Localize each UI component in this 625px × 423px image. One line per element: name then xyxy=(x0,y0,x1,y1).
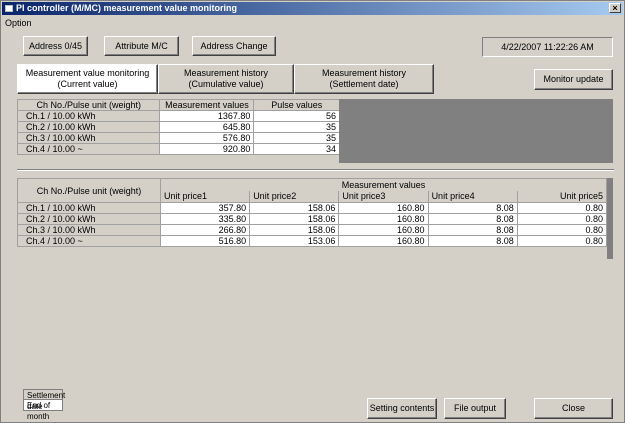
value-cell: 8.08 xyxy=(427,202,518,214)
value-cell: 8.08 xyxy=(427,213,518,225)
col-header-pulse: Pulse values xyxy=(253,99,340,111)
empty-panel xyxy=(339,99,613,163)
row-label: Ch.1 / 10.00 kWh xyxy=(16,110,161,122)
pulse-cell: 56 xyxy=(253,110,340,122)
col-header-measurement-group: Measurement values xyxy=(160,178,607,191)
value-cell: 158.06 xyxy=(249,224,340,236)
monitor-update-button[interactable]: Monitor update xyxy=(534,69,613,90)
col-header-unit-price: Unit price3 xyxy=(338,190,429,203)
table-row: Ch.3 / 10.00 kWh 576.80 35 xyxy=(16,132,340,144)
measurement-cell: 920.80 xyxy=(159,143,255,155)
col-header-ch: Ch No./Pulse unit (weight) xyxy=(16,99,161,111)
table-row: Ch.4 / 10.00 ~ 920.80 34 xyxy=(16,143,340,155)
value-cell: 266.80 xyxy=(159,224,251,236)
col-header-unit-price: Unit price4 xyxy=(427,190,518,203)
value-cell: 0.80 xyxy=(516,202,608,214)
row-label: Ch.2 / 10.00 kWh xyxy=(17,213,161,225)
value-cell: 0.80 xyxy=(516,213,608,225)
table-row: Ch.1 / 10.00 kWh 1367.80 56 xyxy=(16,110,340,122)
col-header-unit-price: Unit price2 xyxy=(249,190,340,203)
value-cell: 516.80 xyxy=(159,235,251,247)
value-cell: 160.80 xyxy=(338,213,429,225)
tab-current-value[interactable]: Measurement value monitoring (Current va… xyxy=(17,64,158,94)
table-row: Ch.1 / 10.00 kWh 357.80 158.06 160.80 8.… xyxy=(17,202,608,214)
title-bar: PI controller (M/MC) measurement value m… xyxy=(2,2,623,15)
tab-attribute[interactable]: Attribute M/C xyxy=(104,36,179,56)
value-cell: 158.06 xyxy=(249,202,340,214)
measurement-cell: 576.80 xyxy=(159,132,255,144)
value-cell: 8.08 xyxy=(427,235,518,247)
app-icon xyxy=(5,5,13,12)
row-label: Ch.3 / 10.00 kWh xyxy=(16,132,161,144)
value-cell: 335.80 xyxy=(159,213,251,225)
window-title: PI controller (M/MC) measurement value m… xyxy=(16,3,238,13)
main-window: PI controller (M/MC) measurement value m… xyxy=(0,0,625,423)
value-cell: 0.80 xyxy=(516,235,608,247)
settlement-date-value: End of month xyxy=(23,400,63,421)
datetime-display: 4/22/2007 11:22:26 AM xyxy=(482,37,613,57)
row-label: Ch.4 / 10.00 ~ xyxy=(16,143,161,155)
table-row: Ch.2 / 10.00 kWh 645.80 35 xyxy=(16,121,340,133)
measurement-cell: 1367.80 xyxy=(159,110,255,122)
file-output-button[interactable]: File output xyxy=(444,398,506,419)
setting-contents-button[interactable]: Setting contents xyxy=(367,398,437,419)
col-header-ch: Ch No./Pulse unit (weight) xyxy=(17,178,161,203)
menu-bar: Option xyxy=(5,17,32,29)
table-row: Ch.4 / 10.00 ~ 516.80 153.06 160.80 8.08… xyxy=(17,235,608,247)
address-change-button[interactable]: Address Change xyxy=(192,36,276,56)
value-cell: 160.80 xyxy=(338,235,429,247)
tab-cumulative-value[interactable]: Measurement history (Cumulative value) xyxy=(158,64,294,94)
value-cell: 357.80 xyxy=(159,202,251,214)
row-label: Ch.4 / 10.00 ~ xyxy=(17,235,161,247)
value-cell: 0.80 xyxy=(516,224,608,236)
value-cell: 8.08 xyxy=(427,224,518,236)
table-row: Ch.3 / 10.00 kWh 266.80 158.06 160.80 8.… xyxy=(17,224,608,236)
value-cell: 153.06 xyxy=(249,235,340,247)
vertical-scrollbar[interactable] xyxy=(607,178,613,259)
tab-address[interactable]: Address 0/45 xyxy=(23,36,88,56)
row-label: Ch.1 / 10.00 kWh xyxy=(17,202,161,214)
col-header-unit-price: Unit price5 xyxy=(516,190,608,203)
col-header-unit-price: Unit price1 xyxy=(159,190,251,203)
settlement-date-box: Settlement date End of month xyxy=(23,389,65,421)
row-label: Ch.2 / 10.00 kWh xyxy=(16,121,161,133)
pulse-cell: 35 xyxy=(253,132,340,144)
settlement-date-label: Settlement date xyxy=(23,389,65,411)
close-button[interactable]: Close xyxy=(534,398,613,419)
col-header-measurement: Measurement values xyxy=(159,99,255,111)
divider xyxy=(17,169,614,171)
row-label: Ch.3 / 10.00 kWh xyxy=(17,224,161,236)
current-value-table: Ch No./Pulse unit (weight) Measurement v… xyxy=(16,99,340,155)
value-cell: 158.06 xyxy=(249,213,340,225)
value-cell: 160.80 xyxy=(338,224,429,236)
pulse-cell: 34 xyxy=(253,143,340,155)
table-row: Ch.2 / 10.00 kWh 335.80 158.06 160.80 8.… xyxy=(17,213,608,225)
menu-option[interactable]: Option xyxy=(5,18,32,28)
unit-price-table: Ch No./Pulse unit (weight) Measurement v… xyxy=(17,178,608,247)
tab-settlement-date[interactable]: Measurement history (Settlement date) xyxy=(294,64,434,94)
measurement-cell: 645.80 xyxy=(159,121,255,133)
close-window-button[interactable]: × xyxy=(609,3,621,13)
pulse-cell: 35 xyxy=(253,121,340,133)
value-cell: 160.80 xyxy=(338,202,429,214)
